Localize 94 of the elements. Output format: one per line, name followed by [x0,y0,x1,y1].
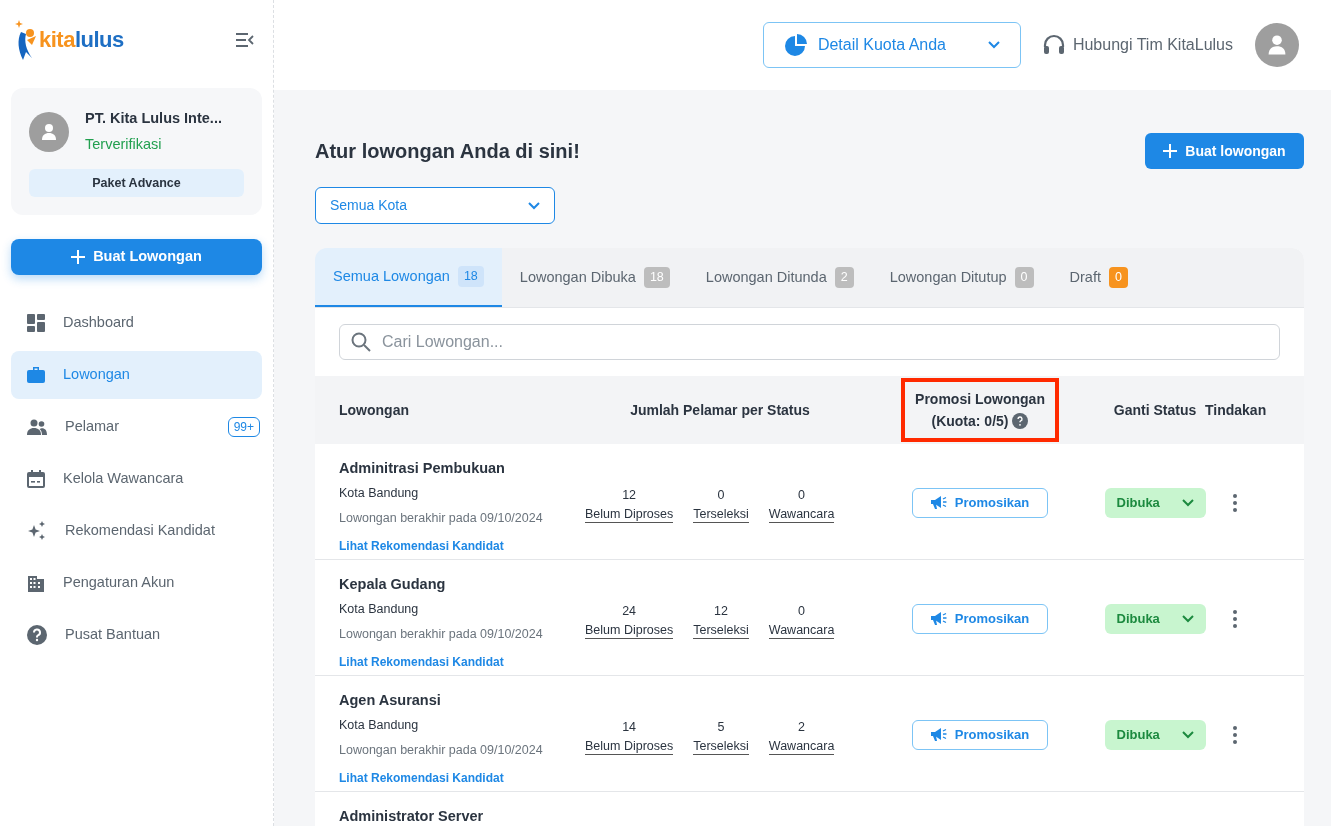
tab[interactable]: Lowongan Ditutup 0 [871,248,1052,307]
sidebar-item[interactable]: Pelamar 99+ [11,403,262,452]
job-title: Kepala Gudang [339,575,447,594]
count-badge: 0 [1014,267,1034,288]
search-field[interactable]: Cari Lowongan... [339,324,1280,360]
chevron-down-icon [1181,731,1194,739]
status-dropdown[interactable]: Dibuka [1104,488,1206,518]
sidebar-item[interactable]: Kelola Wawancara [11,455,262,504]
status-link[interactable]: Wawancara [768,738,835,755]
chevron-down-icon [1181,615,1194,623]
tab[interactable]: Lowongan Dibuka 18 [501,248,688,307]
create-job-button[interactable]: Buat lowongan [1145,133,1304,169]
sidebar-item[interactable]: Dashboard [11,299,262,348]
help-icon[interactable] [1012,413,1029,430]
dashboard-icon [27,314,45,333]
plus-icon [1163,144,1178,158]
avatar-icon [29,111,69,152]
promote-button[interactable]: Promosikan [912,604,1048,634]
count-badge: 18 [643,267,670,288]
applicant-count: 0 [797,603,807,620]
briefcase-icon [27,367,45,384]
status-dropdown[interactable]: Dibuka [1104,604,1206,634]
column-header: (Kuota: 0/5) [931,412,1009,431]
sparkle-icon [27,521,47,542]
page-title: Atur lowongan Anda di sini! [315,139,580,163]
deadline-text: Lowongan berakhir pada 09/10/2024 [339,625,544,643]
sidebar-item[interactable]: Pengaturan Akun [11,559,262,608]
promote-button[interactable]: Promosikan [912,720,1048,750]
recommendation-link[interactable]: Lihat Rekomendasi Kandidat [339,537,504,556]
job-title: Agen Asuransi [339,691,442,710]
people-icon [27,419,47,436]
job-title: Adminitrasi Pembukuan [339,459,506,478]
chevron-down-icon [987,41,1000,49]
count-badge: 99+ [227,417,260,438]
sidebar-item[interactable]: Pusat Bantuan [11,611,262,660]
tab[interactable]: Draft 0 [1051,248,1146,307]
tab[interactable]: Lowongan Ditunda 2 [687,248,872,307]
recommendation-link[interactable]: Lihat Rekomendasi Kandidat [339,653,504,672]
megaphone-icon [930,612,947,626]
city-dropdown[interactable]: Semua Kota [315,187,555,224]
count-badge: 18 [457,266,484,287]
verification-status: Terverifikasi [85,134,163,154]
status-link[interactable]: Wawancara [768,622,835,639]
chevron-down-icon [1181,499,1194,507]
applicant-count: 0 [797,487,807,504]
column-header: Jumlah Pelamar per Status [630,401,810,418]
logo-wordmark: kitalulus [39,25,124,54]
count-badge: 0 [1109,267,1128,288]
megaphone-icon [930,728,947,742]
deadline-text: Lowongan berakhir pada 09/10/2024 [339,741,544,759]
job-city: Kota Bandung [339,600,420,618]
status-link[interactable]: Belum Diproses [585,506,674,523]
tab[interactable]: Semua Lowongan 18 [315,248,502,307]
calendar-icon [27,470,45,489]
status-link[interactable]: Terseleksi [693,738,749,755]
megaphone-icon [930,496,947,510]
create-job-button[interactable]: Buat Lowongan [11,239,262,276]
job-city: Kota Bandung [339,716,420,734]
status-link[interactable]: Wawancara [768,506,835,523]
pie-chart-icon [783,33,808,57]
deadline-text: Lowongan berakhir pada 09/10/2024 [339,509,544,527]
company-name: PT. Kita Lulus Inte... [85,109,222,128]
sidebar-item[interactable]: Lowongan [11,351,262,400]
column-header: Lowongan [339,401,409,418]
package-label: Paket Advance [29,168,244,198]
help-icon [27,625,47,646]
job-title: Administrator Server [339,807,485,826]
avatar-icon[interactable] [1255,23,1299,67]
promote-button[interactable]: Promosikan [912,488,1048,518]
contact-link[interactable]: Hubungi Tim KitaLulus [1042,33,1233,57]
status-link[interactable]: Belum Diproses [585,622,674,639]
status-link[interactable]: Terseleksi [693,506,749,523]
applicant-count: 5 [716,719,726,736]
status-link[interactable]: Terseleksi [693,622,749,639]
applicant-count: 12 [621,487,638,504]
column-header: Tindakan [1205,401,1267,418]
applicant-count: 0 [716,487,726,504]
status-link[interactable]: Belum Diproses [585,738,674,755]
applicant-count: 24 [621,603,638,620]
headset-icon [1042,34,1065,56]
applicant-count: 14 [621,719,638,736]
chevron-down-icon [528,201,540,210]
quota-dropdown[interactable]: Detail Kuota Anda [762,22,1021,68]
applicant-count: 12 [713,603,729,620]
sidebar-item[interactable]: Rekomendasi Kandidat [11,507,262,556]
job-city: Kota Bandung [339,484,420,502]
column-header: Ganti Status [1113,401,1197,418]
plus-icon [71,250,86,265]
count-badge: 2 [834,267,854,288]
column-header: Promosi Lowongan [915,389,1045,409]
status-dropdown[interactable]: Dibuka [1104,720,1206,750]
applicant-count: 2 [797,719,807,736]
recommendation-link[interactable]: Lihat Rekomendasi Kandidat [339,769,504,788]
building-icon [27,574,45,593]
